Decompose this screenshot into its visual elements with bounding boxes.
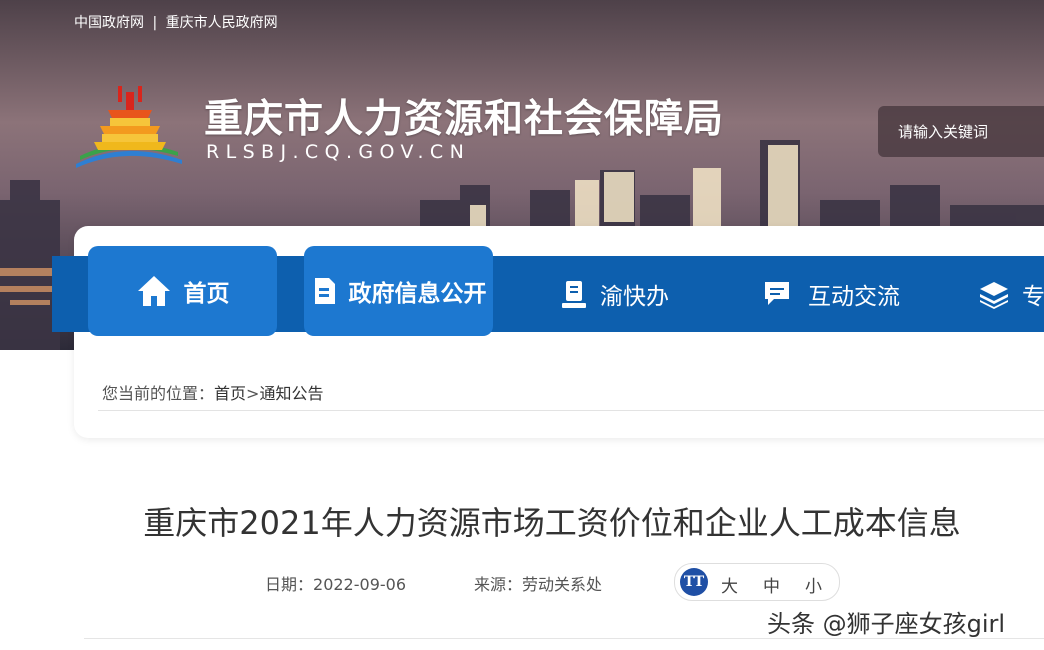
breadcrumb-bar: 您当前的位置：首页>通知公告 — [98, 368, 1044, 411]
layers-icon — [980, 282, 1008, 309]
nav-item-yukuaiban[interactable]: 渝快办 — [560, 256, 669, 332]
home-icon — [137, 276, 170, 306]
source-value: 劳动关系处 — [522, 575, 603, 594]
nav-item-special[interactable]: 专 — [978, 256, 1044, 332]
nav-item-interaction[interactable]: 互动交流 — [762, 256, 900, 332]
font-size-large[interactable]: 大 — [721, 572, 738, 597]
nav-item-home[interactable]: 首页 — [88, 246, 277, 336]
gov-portal-link[interactable]: 中国政府网 — [74, 15, 144, 31]
nav-label-gov-info: 政府信息公开 — [348, 281, 487, 307]
search-input[interactable] — [896, 118, 1044, 146]
font-size-switcher: TT 大 中 小 — [674, 563, 840, 601]
breadcrumb-separator: > — [246, 384, 260, 403]
nav-label-interaction: 互动交流 — [808, 284, 900, 310]
service-icon — [562, 281, 586, 308]
font-size-medium[interactable]: 中 — [763, 572, 780, 597]
article-source: 来源：劳动关系处 — [474, 571, 602, 595]
search-box — [878, 106, 1044, 157]
breadcrumb: 您当前的位置：首页>通知公告 — [102, 380, 323, 404]
article-title: 重庆市2021年人力资源市场工资价位和企业人工成本信息 — [143, 504, 961, 542]
article-date: 日期：2022-09-06 — [265, 571, 406, 595]
nav-label-yukuaiban: 渝快办 — [600, 284, 669, 310]
site-title[interactable]: 重庆市人力资源和社会保障局 — [204, 88, 724, 144]
top-links: 中国政府网 | 重庆市人民政府网 — [74, 12, 282, 32]
font-size-icon: TT — [680, 568, 708, 596]
watermark: 头条 @狮子座女孩girl — [767, 610, 1006, 638]
chat-icon — [765, 282, 789, 305]
top-links-separator: | — [152, 15, 158, 31]
city-portal-link[interactable]: 重庆市人民政府网 — [166, 15, 278, 31]
breadcrumb-prefix: 您当前的位置： — [102, 384, 215, 403]
tiantan-temple-logo[interactable] — [74, 82, 186, 172]
nav-item-gov-info[interactable]: 政府信息公开 — [304, 246, 493, 336]
site-domain: RLSBJ.CQ.GOV.CN — [206, 141, 471, 163]
breadcrumb-current-link[interactable]: 通知公告 — [259, 384, 323, 403]
date-label: 日期： — [265, 575, 314, 594]
document-icon — [314, 278, 335, 304]
date-value: 2022-09-06 — [313, 575, 406, 594]
breadcrumb-home-link[interactable]: 首页 — [214, 384, 246, 403]
nav-label-special: 专 — [1022, 284, 1044, 310]
font-size-small[interactable]: 小 — [805, 572, 822, 597]
source-label: 来源： — [474, 575, 523, 594]
nav-label-home: 首页 — [183, 281, 230, 307]
